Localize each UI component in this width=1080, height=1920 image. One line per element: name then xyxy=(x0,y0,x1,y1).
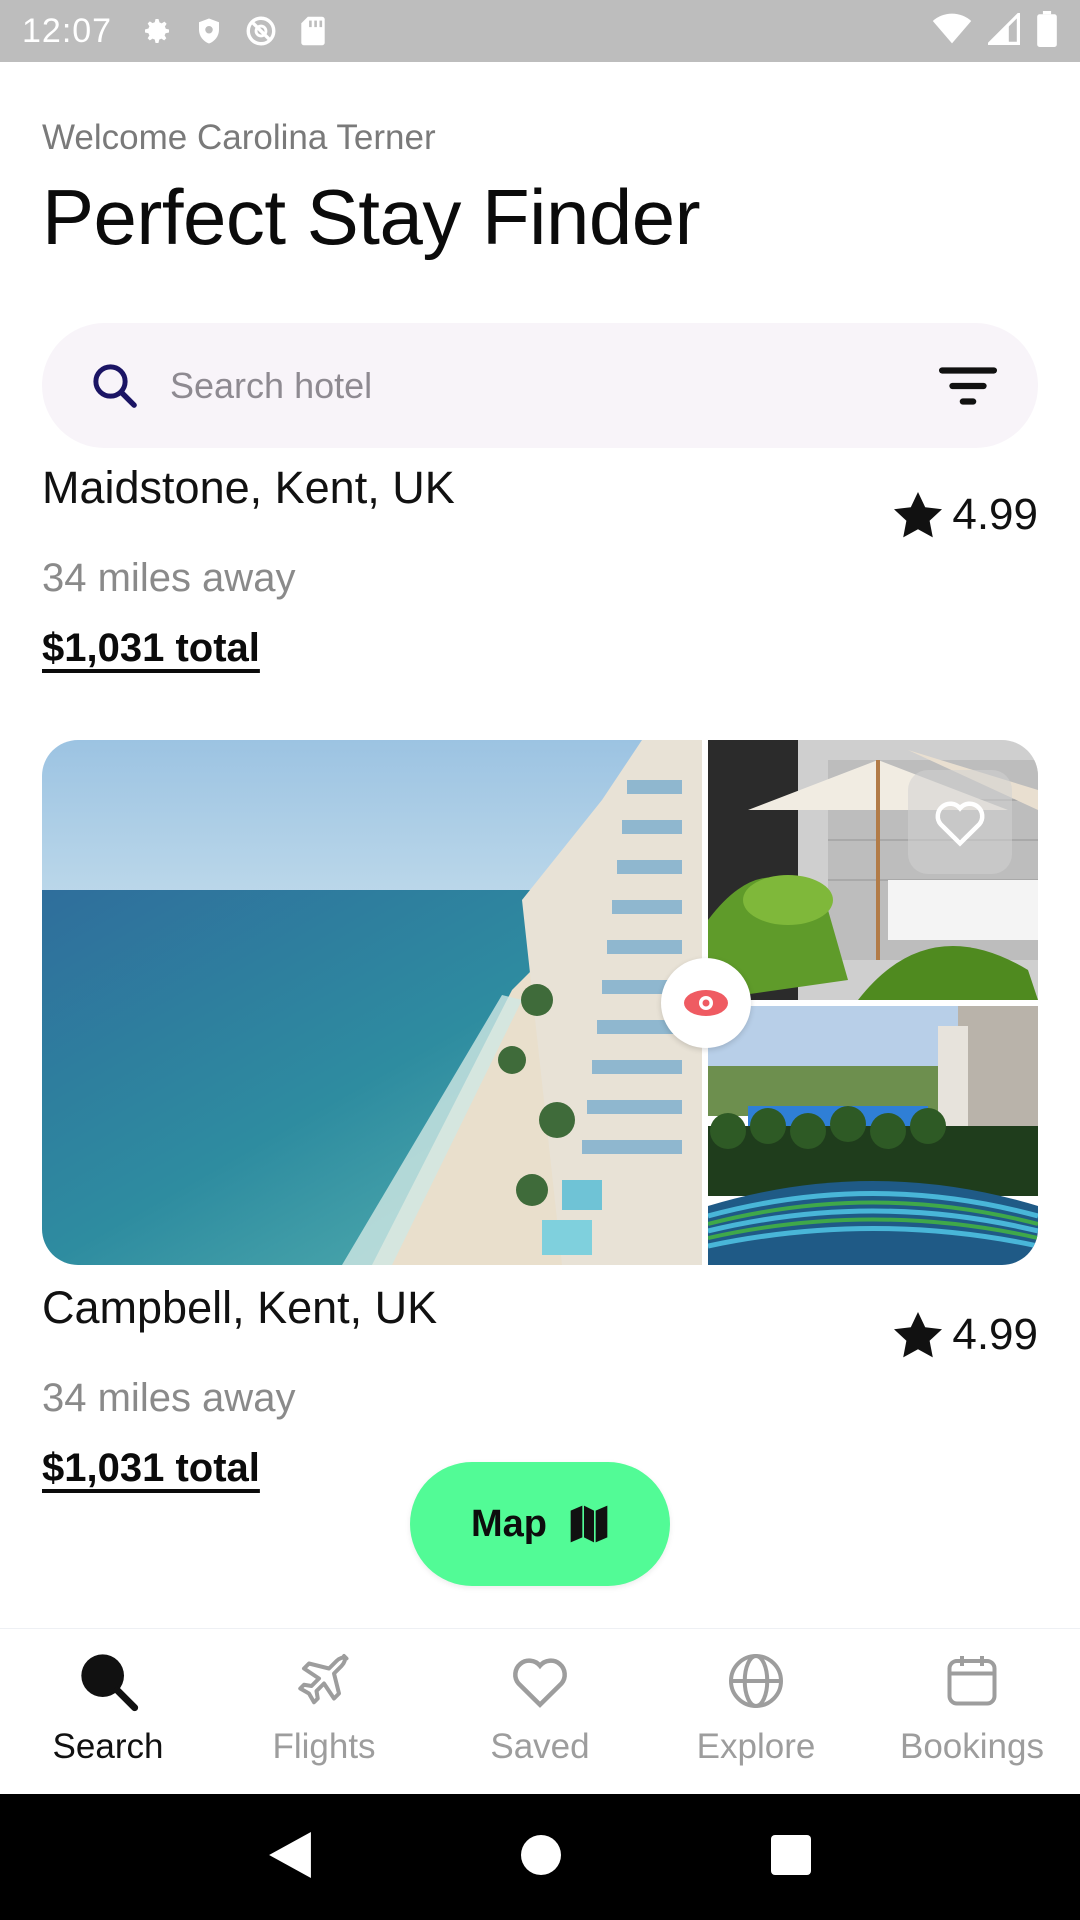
airplane-icon xyxy=(292,1649,356,1713)
calendar-icon xyxy=(940,1649,1004,1713)
map-button-label: Map xyxy=(471,1502,547,1545)
globe-icon xyxy=(724,1649,788,1713)
nav-label: Search xyxy=(52,1727,164,1766)
status-time: 12:07 xyxy=(22,11,113,50)
map-icon xyxy=(570,1505,608,1543)
status-bar: 12:07 xyxy=(0,0,1080,62)
search-icon xyxy=(88,359,142,413)
recents-icon[interactable] xyxy=(771,1834,811,1880)
sd-card-icon xyxy=(296,14,330,48)
nav-item-flights[interactable]: Flights xyxy=(216,1629,432,1794)
search-input[interactable] xyxy=(170,364,938,407)
battery-icon xyxy=(1036,10,1058,52)
system-navigation-bar xyxy=(0,1794,1080,1920)
star-icon xyxy=(894,492,943,538)
shield-icon xyxy=(192,14,226,48)
status-icons-left xyxy=(140,14,330,48)
listing-scroll-area[interactable]: Maidstone, Kent, UK 4.99 34 miles away $… xyxy=(0,470,1080,1600)
home-icon[interactable] xyxy=(521,1834,561,1880)
listing-photo-grid[interactable] xyxy=(42,740,1038,1265)
nav-label: Explore xyxy=(696,1727,816,1766)
map-button[interactable]: Map xyxy=(410,1462,670,1586)
nav-item-saved[interactable]: Saved xyxy=(432,1629,648,1794)
listing-rating: 4.99 xyxy=(894,1310,1038,1360)
status-icons-right xyxy=(932,10,1058,52)
listing-location: Campbell, Kent, UK xyxy=(42,1282,438,1333)
nav-label: Saved xyxy=(490,1727,590,1766)
back-icon[interactable] xyxy=(269,1831,311,1883)
wifi-icon xyxy=(932,13,972,50)
beach-hotel-photo[interactable] xyxy=(42,740,702,1265)
listing-distance: 34 miles away xyxy=(42,556,296,600)
nav-label: Flights xyxy=(272,1727,376,1766)
view-photos-button[interactable] xyxy=(661,958,751,1048)
welcome-text: Welcome Carolina Terner xyxy=(42,118,436,157)
search-icon xyxy=(76,1649,140,1713)
gear-icon xyxy=(140,14,174,48)
heart-icon xyxy=(508,1649,572,1713)
nav-item-search[interactable]: Search xyxy=(0,1629,216,1794)
listing-price[interactable]: $1,031 total xyxy=(42,1446,260,1491)
nav-item-explore[interactable]: Explore xyxy=(648,1629,864,1794)
bottom-navigation: Search Flights Saved Explore Bookings xyxy=(0,1628,1080,1794)
listing-price[interactable]: $1,031 total xyxy=(42,626,260,671)
nav-label: Bookings xyxy=(900,1727,1044,1766)
pool-hammock-photo[interactable] xyxy=(707,1006,1038,1265)
star-icon xyxy=(894,1312,943,1358)
heart-outline-icon xyxy=(935,801,985,847)
no-sync-icon xyxy=(244,14,278,48)
search-bar[interactable] xyxy=(42,323,1038,448)
signal-icon xyxy=(985,10,1020,50)
rating-value: 4.99 xyxy=(952,490,1038,539)
nav-item-bookings[interactable]: Bookings xyxy=(864,1629,1080,1794)
eye-icon xyxy=(684,990,728,1016)
save-favorite-button[interactable] xyxy=(908,770,1012,874)
page-title: Perfect Stay Finder xyxy=(42,173,701,261)
listing-rating: 4.99 xyxy=(894,490,1038,540)
filter-icon[interactable] xyxy=(938,361,998,411)
listing-location: Maidstone, Kent, UK xyxy=(42,470,455,513)
rating-value: 4.99 xyxy=(952,1310,1038,1359)
listing-distance: 34 miles away xyxy=(42,1376,296,1420)
